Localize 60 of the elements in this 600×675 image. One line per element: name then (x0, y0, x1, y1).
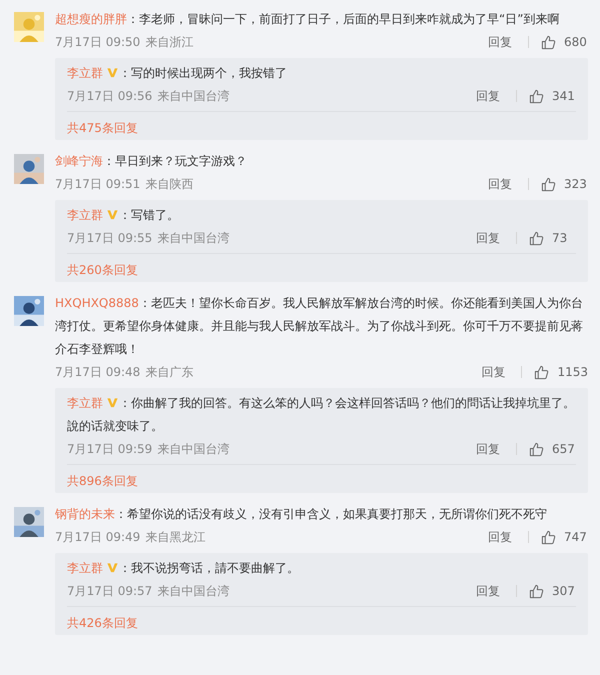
like-icon[interactable] (541, 176, 556, 192)
like-icon[interactable] (529, 230, 544, 246)
like-count: 73 (552, 231, 568, 245)
username[interactable]: 李立群 (67, 208, 103, 222)
reply-button[interactable]: 回复 (488, 176, 512, 192)
like-count: 307 (552, 584, 576, 598)
comment-date: 7月17日 09:51 (55, 176, 140, 192)
reply-count-link[interactable]: 共896条回复 (67, 471, 138, 491)
reply-text: 李立群 ：写的时候出现两个，我按错了 (67, 65, 288, 82)
username[interactable]: 李立群 (67, 396, 103, 410)
reply-location: 来自中国台湾 (157, 230, 230, 246)
username[interactable]: 李立群 (67, 561, 103, 575)
like-icon[interactable] (529, 442, 544, 456)
like-count: 680 (564, 35, 588, 49)
like-count: 323 (564, 177, 588, 191)
reply-button[interactable]: 回复 (476, 230, 500, 246)
reply-text: 李立群 ：我不说拐弯话，請不要曲解了。 (67, 560, 300, 577)
like-count: 747 (564, 530, 588, 544)
like-icon[interactable] (534, 364, 550, 380)
reply-date: 7月17日 09:57 (67, 582, 152, 600)
reply-count-link[interactable]: 共426条回复 (67, 613, 138, 633)
comment-location: 来自黑龙江 (145, 528, 206, 546)
username[interactable]: HXQHXQ8888 (55, 296, 139, 310)
reply-button[interactable]: 回复 (476, 582, 500, 600)
comment-date: 7月17日 09:48 (55, 364, 140, 380)
comment-location: 来自陕西 (145, 176, 194, 192)
like-count: 341 (552, 89, 576, 103)
reply-text: 李立群 ：你曲解了我的回答。有这么笨的人吗？会这样回答话吗？他们的問话让我掉坑里了。說的话就变味了。 (67, 395, 576, 435)
comment-location: 来自广东 (145, 364, 194, 380)
reply-button[interactable]: 回复 (488, 34, 512, 50)
reply-location: 来自中国台湾 (157, 88, 230, 104)
like-icon[interactable] (541, 34, 556, 50)
reply-date: 7月17日 09:55 (67, 230, 152, 246)
reply-count-link[interactable]: 共475条回复 (67, 118, 138, 138)
like-icon[interactable] (541, 530, 556, 544)
reply-date: 7月17日 09:56 (67, 88, 152, 104)
reply-button[interactable]: 回复 (488, 528, 512, 546)
like-icon[interactable] (529, 88, 544, 104)
reply-location: 来自中国台湾 (157, 582, 230, 600)
reply-button[interactable]: 回复 (481, 364, 506, 380)
username[interactable]: 剑峰宁海 (55, 154, 103, 168)
comment-text: 钢背的未来：希望你说的话没有歧义，没有引申含义，如果真要打那天，无所谓你们死不死守 (55, 506, 548, 523)
reply-button[interactable]: 回复 (476, 88, 500, 104)
username[interactable]: 李立群 (67, 66, 103, 80)
like-count: 657 (552, 442, 576, 456)
reply-button[interactable]: 回复 (476, 440, 500, 458)
comment-date: 7月17日 09:50 (55, 34, 140, 50)
comment-location: 来自浙江 (145, 34, 194, 50)
comment-text: 超想瘦的胖胖：李老师，冒昧问一下，前面打了日子，后面的早日到来咋就成为了早“日”到来啊 (55, 11, 560, 28)
username[interactable]: 钢背的未来 (55, 507, 115, 521)
reply-date: 7月17日 09:59 (67, 440, 152, 458)
comment-text: HXQHXQ8888：老匹夫！望你长命百岁。我人民解放军解放台湾的时候。你还能看到美国人为你台湾打仗。更希望你身体健康。并且能与我人民解放军战斗。为了你战斗到死。你可千万不要提前见蒋介石李登辉哦！ (55, 295, 584, 358)
like-count: 1153 (557, 365, 588, 379)
comment-text: 剑峰宁海：早日到来？玩文字游戏？ (55, 153, 248, 170)
reply-location: 来自中国台湾 (157, 440, 230, 458)
like-icon[interactable] (529, 584, 544, 598)
username[interactable]: 超想瘦的胖胖 (55, 12, 127, 26)
comment-date: 7月17日 09:49 (55, 528, 140, 546)
reply-text: 李立群 ：写错了。 (67, 207, 180, 224)
reply-count-link[interactable]: 共260条回复 (67, 260, 138, 280)
